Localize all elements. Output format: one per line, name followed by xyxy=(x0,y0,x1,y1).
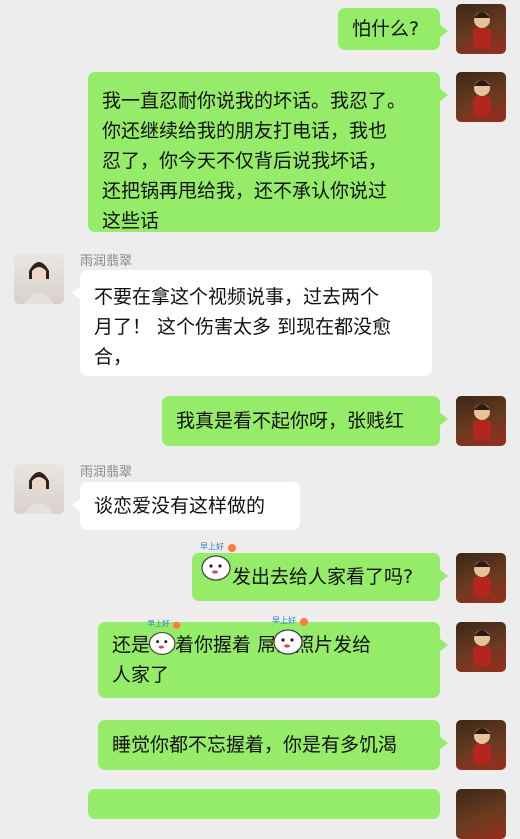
avatar-me[interactable] xyxy=(456,553,506,603)
svg-text:早上好: 早上好 xyxy=(148,619,170,628)
sender-name: 雨润翡翠 xyxy=(80,254,133,269)
avatar-contact[interactable] xyxy=(14,464,64,514)
avatar-me[interactable] xyxy=(456,396,506,446)
svg-text:早上好: 早上好 xyxy=(272,615,296,625)
avatar-me[interactable] xyxy=(456,720,506,770)
svg-text:早上好: 早上好 xyxy=(200,541,224,551)
message-bubble[interactable]: 怕什么? xyxy=(338,8,448,50)
morning-sticker-icon: 早上好 xyxy=(268,614,308,655)
message-bubble[interactable]: 不要在拿这个视频说事，过去两个 月了！ 这个伤害太多 到现在都没愈 合， xyxy=(72,270,432,376)
morning-sticker-icon: 早上好 xyxy=(196,540,236,581)
message-bubble[interactable]: 我一直忍耐你说我的坏话。我忍了。 你还继续给我的朋友打电话，我也 忍了，你今天不… xyxy=(88,72,448,232)
sender-name: 雨润翡翠 xyxy=(80,465,133,480)
avatar-me[interactable] xyxy=(456,622,506,672)
morning-sticker-icon: 早上好 xyxy=(144,618,184,658)
message-bubble[interactable]: 我真是看不起你呀，张贱红 xyxy=(162,396,448,446)
avatar-me[interactable] xyxy=(456,4,506,54)
avatar-contact[interactable] xyxy=(14,254,64,304)
message-bubble[interactable]: 谈恋爱没有这样做的 xyxy=(72,482,300,530)
avatar-me[interactable] xyxy=(456,789,506,839)
message-bubble[interactable]: 睡觉你都不忘握着，你是有多饥渴 xyxy=(98,720,448,770)
message-bubble[interactable] xyxy=(88,789,440,819)
avatar-me[interactable] xyxy=(456,72,506,122)
